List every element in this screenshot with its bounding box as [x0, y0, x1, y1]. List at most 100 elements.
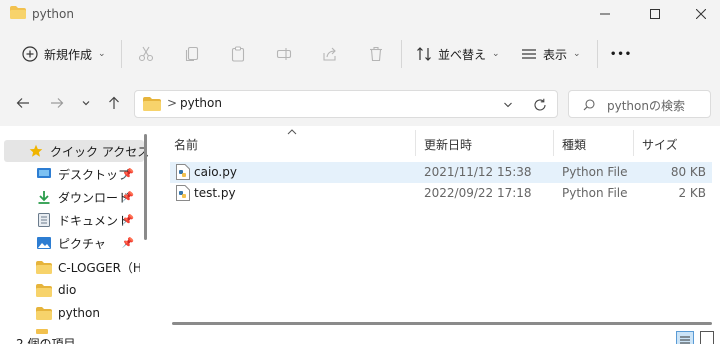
address-bar[interactable]: > python [134, 90, 558, 118]
command-bar: 新規作成 ⌄ 並べ替え ⌄ 表示 ⌄ ••• [0, 28, 720, 81]
item-count: 2 個の項目 [16, 337, 76, 344]
title-bar: python [0, 0, 720, 28]
sidebar-scrollbar[interactable] [144, 134, 147, 240]
maximize-button[interactable] [632, 0, 678, 28]
column-divider[interactable] [415, 130, 416, 156]
sidebar-item-quick-access[interactable]: クイック アクセス [28, 140, 149, 162]
arrow-left-icon [16, 98, 29, 108]
horizontal-scrollbar[interactable] [172, 322, 712, 325]
table-row[interactable]: test.py 2022/09/22 17:18 Python File 2 K… [170, 183, 712, 204]
breadcrumb-separator: > [167, 96, 178, 110]
chevron-down-icon [82, 101, 90, 106]
details-view-icon [680, 336, 690, 344]
cut-button[interactable] [135, 43, 157, 65]
rename-icon [276, 48, 292, 60]
folder-icon [36, 282, 52, 298]
divider [597, 40, 598, 68]
new-button[interactable]: 新規作成 ⌄ [22, 39, 106, 69]
navigation-pane: クイック アクセス デスクトップ 📌 ダウンロード 📌 ドキュメント 📌 ピクチ… [0, 126, 155, 334]
file-size: 2 KB [678, 186, 706, 200]
sort-icon [417, 47, 431, 61]
divider [401, 40, 402, 68]
file-name: caio.py [194, 165, 237, 179]
desktop-icon [36, 166, 52, 182]
plus-circle-icon [22, 46, 38, 62]
details-view-button[interactable] [676, 331, 694, 344]
star-icon [28, 143, 44, 159]
view-label: 表示 [543, 47, 568, 62]
search-input[interactable]: pythonの検索 [607, 97, 685, 114]
file-date: 2021/11/12 15:38 [424, 165, 532, 179]
python-file-icon [176, 185, 190, 204]
share-button[interactable] [319, 43, 341, 65]
folder-icon [36, 305, 52, 321]
column-divider[interactable] [553, 130, 554, 156]
sidebar-item-c-logger[interactable]: C-LOGGER（HP [36, 256, 140, 278]
sort-label: 並べ替え [438, 47, 487, 62]
maximize-icon [650, 9, 660, 19]
column-divider[interactable] [633, 130, 634, 156]
sort-ascending-icon [287, 129, 297, 135]
new-label: 新規作成 [44, 47, 93, 62]
column-header-date[interactable]: 更新日時 [424, 136, 472, 153]
file-size: 80 KB [670, 165, 706, 179]
divider [121, 40, 122, 68]
rename-button[interactable] [273, 43, 295, 65]
paste-button[interactable] [227, 43, 249, 65]
sidebar-item-python[interactable]: python [36, 302, 100, 324]
tiles-view-button[interactable] [700, 331, 714, 344]
sidebar-item-downloads[interactable]: ダウンロード [36, 186, 130, 208]
file-type: Python File [562, 165, 628, 179]
search-icon [583, 99, 595, 111]
column-header-size[interactable]: サイズ [642, 136, 678, 153]
sort-button[interactable]: 並べ替え ⌄ [416, 39, 500, 69]
window-title: python [32, 7, 74, 21]
sidebar-item-desktop[interactable]: デスクトップ [36, 163, 130, 185]
pin-icon[interactable]: 📌 [122, 213, 134, 227]
file-list: 名前 更新日時 種類 サイズ caio.py 2021/11/12 15:38 … [156, 126, 720, 334]
copy-icon [185, 46, 199, 62]
chevron-down-icon: ⌄ [98, 49, 106, 59]
column-header-name[interactable]: 名前 [174, 136, 198, 153]
recent-locations-button[interactable] [75, 91, 97, 115]
file-name: test.py [194, 186, 236, 200]
sidebar-item-documents[interactable]: ドキュメント [36, 209, 130, 231]
pin-icon[interactable]: 📌 [122, 167, 134, 181]
breadcrumb-python[interactable]: python [180, 96, 222, 110]
back-button[interactable] [12, 91, 34, 115]
forward-button[interactable] [46, 91, 68, 115]
more-icon: ••• [610, 48, 633, 60]
refresh-icon[interactable] [533, 98, 547, 112]
minimize-icon [600, 13, 610, 15]
column-header-type[interactable]: 種類 [562, 136, 586, 153]
copy-button[interactable] [181, 43, 203, 65]
python-file-icon [176, 164, 190, 183]
delete-button[interactable] [365, 43, 387, 65]
scissors-icon [138, 46, 154, 62]
sidebar-item-pictures[interactable]: ピクチャ [36, 232, 106, 254]
search-box[interactable]: pythonの検索 [568, 90, 711, 118]
folder-icon [10, 6, 26, 19]
pin-icon[interactable]: 📌 [122, 190, 134, 204]
status-bar: 2 個の項目 [0, 331, 720, 344]
share-icon [323, 47, 336, 61]
document-icon [36, 212, 52, 228]
up-button[interactable] [103, 91, 125, 115]
close-button[interactable] [678, 0, 720, 28]
download-icon [36, 189, 52, 205]
folder-icon [36, 259, 52, 275]
trash-icon [370, 46, 382, 62]
picture-icon [36, 235, 52, 251]
clipboard-icon [231, 46, 245, 62]
sidebar-item-dio[interactable]: dio [36, 279, 76, 301]
chevron-down-icon: ⌄ [492, 49, 500, 59]
chevron-down-icon[interactable] [503, 100, 513, 110]
more-options-button[interactable]: ••• [610, 39, 632, 69]
table-row[interactable]: caio.py 2021/11/12 15:38 Python File 80 … [170, 162, 712, 183]
arrow-up-icon [109, 96, 119, 109]
explorer-window: python 新規作成 ⌄ 並べ替え ⌄ 表示 ⌄ ••• > python p… [0, 0, 720, 344]
close-icon [696, 9, 706, 19]
pin-icon[interactable]: 📌 [122, 236, 134, 250]
view-button[interactable]: 表示 ⌄ [521, 39, 581, 69]
minimize-button[interactable] [582, 0, 628, 28]
